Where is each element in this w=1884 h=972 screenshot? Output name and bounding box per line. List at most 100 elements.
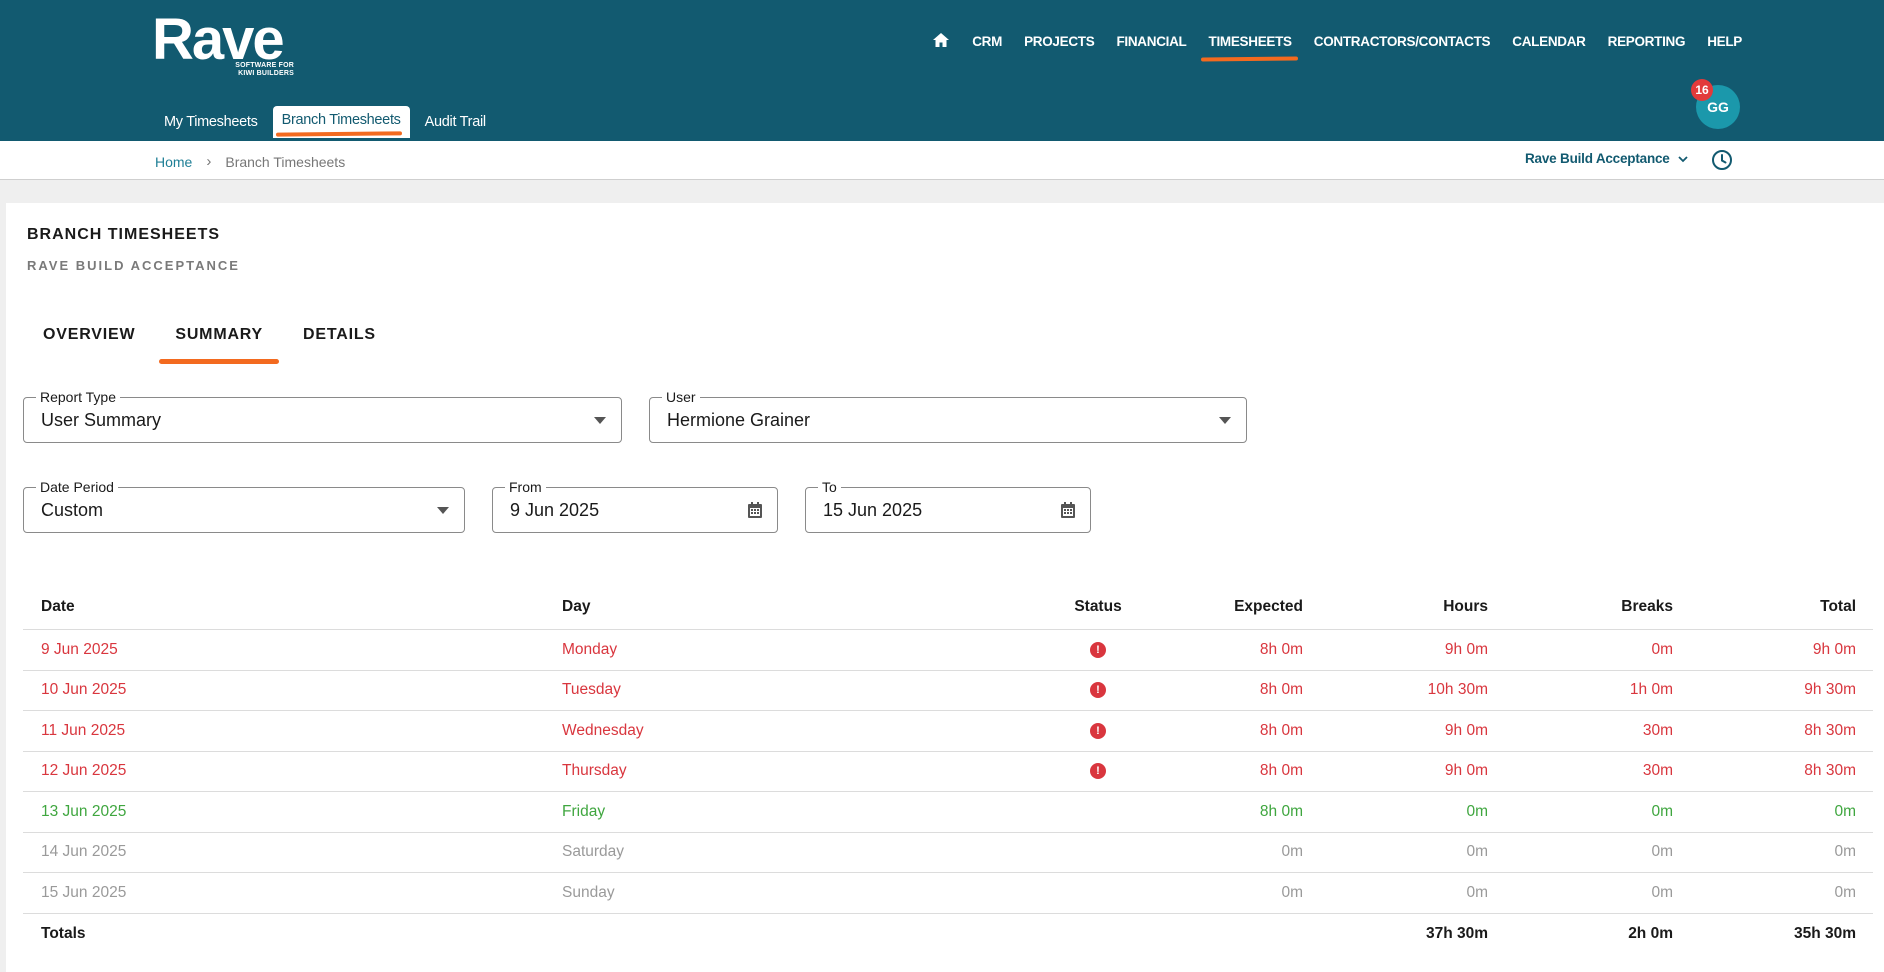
calendar-icon[interactable]	[747, 501, 763, 519]
row-day: Thursday	[562, 762, 627, 780]
row-date: 15 Jun 2025	[41, 883, 127, 901]
row-total: 9h 30m	[1804, 681, 1856, 699]
col-day[interactable]: Day	[562, 598, 590, 616]
row-hours: 9h 0m	[1444, 721, 1488, 739]
row-expected: 0m	[1281, 843, 1303, 861]
table-row[interactable]: 9 Jun 2025 Monday ! 8h 0m 9h 0m 0m 9h 0m	[23, 630, 1873, 671]
subnav-branch-timesheets[interactable]: Branch Timesheets	[272, 106, 410, 138]
totals-row: Totals 37h 30m 2h 0m 35h 30m	[23, 914, 1873, 955]
alert-icon: !	[1090, 763, 1106, 780]
nav-contractors-contacts[interactable]: CONTRACTORS/CONTACTS	[1314, 34, 1491, 49]
from-date-field[interactable]: From 9 Jun 2025	[492, 479, 778, 533]
row-breaks: 1h 0m	[1629, 681, 1673, 699]
row-day: Tuesday	[562, 681, 621, 699]
user-value: Hermione Grainer	[667, 410, 811, 430]
row-date: 11 Jun 2025	[41, 721, 126, 739]
row-date: 9 Jun 2025	[41, 640, 118, 658]
row-breaks: 0m	[1651, 802, 1673, 820]
page-subtitle: RAVE BUILD ACCEPTANCE	[27, 258, 240, 273]
tab-summary[interactable]: SUMMARY	[159, 326, 279, 364]
rave-logo[interactable]: Rave SOFTWARE FOR KIWI BUILDERS	[152, 11, 294, 78]
nav-timesheets[interactable]: TIMESHEETS	[1209, 34, 1293, 49]
breadcrumb-home[interactable]: Home	[155, 154, 192, 170]
table-row[interactable]: 11 Jun 2025 Wednesday ! 8h 0m 9h 0m 30m …	[23, 711, 1873, 752]
tab-details[interactable]: DETAILS	[287, 326, 392, 348]
row-total: 9h 0m	[1812, 640, 1856, 658]
row-total: 8h 30m	[1804, 762, 1856, 780]
col-expected[interactable]: Expected	[1234, 598, 1303, 616]
row-date: 13 Jun 2025	[41, 802, 127, 820]
row-expected: 8h 0m	[1259, 681, 1303, 699]
main-nav: CRM PROJECTS FINANCIAL TIMESHEETS CONTRA…	[910, 30, 1742, 52]
user-label: User	[662, 389, 700, 405]
row-date: 12 Jun 2025	[41, 762, 127, 780]
dropdown-arrow-icon	[594, 417, 606, 424]
calendar-icon[interactable]	[1060, 501, 1076, 519]
alert-icon: !	[1090, 722, 1106, 739]
table-row[interactable]: 15 Jun 2025 Sunday 0m 0m 0m 0m	[23, 873, 1873, 914]
table-row[interactable]: 14 Jun 2025 Saturday 0m 0m 0m 0m	[23, 833, 1873, 873]
status-cell: !	[1068, 762, 1128, 780]
breadcrumb: Home › Branch Timesheets	[155, 153, 345, 170]
chevron-down-icon	[1677, 155, 1688, 162]
row-hours: 9h 0m	[1444, 640, 1488, 658]
date-period-value: Custom	[41, 500, 104, 520]
row-date: 14 Jun 2025	[41, 843, 127, 861]
table-row[interactable]: 13 Jun 2025 Friday 8h 0m 0m 0m 0m	[23, 792, 1873, 833]
row-hours: 9h 0m	[1444, 762, 1488, 780]
nav-crm[interactable]: CRM	[972, 34, 1002, 49]
row-day: Friday	[562, 802, 606, 820]
row-total: 0m	[1834, 883, 1856, 901]
subnav-my-timesheets[interactable]: My Timesheets	[152, 108, 270, 138]
totals-label: Totals	[41, 924, 86, 942]
notification-badge[interactable]: 16	[1691, 79, 1713, 101]
row-breaks: 0m	[1651, 640, 1673, 658]
tagline-line-1: SOFTWARE FOR	[235, 62, 294, 69]
table-row[interactable]: 12 Jun 2025 Thursday ! 8h 0m 9h 0m 30m 8…	[23, 752, 1873, 792]
row-expected: 8h 0m	[1259, 802, 1303, 820]
date-period-select[interactable]: Date Period Custom	[23, 479, 465, 533]
tab-overview[interactable]: OVERVIEW	[27, 326, 151, 348]
col-total[interactable]: Total	[1820, 598, 1856, 616]
nav-reporting[interactable]: REPORTING	[1608, 34, 1686, 49]
to-label: To	[818, 479, 841, 495]
summary-table: Date Day Status Expected Hours Breaks To…	[23, 585, 1873, 954]
nav-calendar[interactable]: CALENDAR	[1512, 34, 1586, 49]
row-hours: 10h 30m	[1427, 681, 1488, 699]
tab-bar: OVERVIEW SUMMARY DETAILS	[27, 326, 400, 364]
date-period-label: Date Period	[36, 479, 118, 495]
report-type-value: User Summary	[41, 410, 162, 430]
row-hours: 0m	[1466, 883, 1488, 901]
to-date-field[interactable]: To 15 Jun 2025	[805, 479, 1091, 533]
chevron-right-icon: ›	[206, 153, 212, 170]
status-cell: !	[1068, 722, 1128, 740]
totals-breaks: 2h 0m	[1628, 924, 1673, 942]
nav-projects[interactable]: PROJECTS	[1024, 34, 1095, 49]
col-breaks[interactable]: Breaks	[1621, 598, 1673, 616]
nav-financial[interactable]: FINANCIAL	[1116, 34, 1186, 49]
row-breaks: 30m	[1642, 721, 1673, 739]
row-expected: 8h 0m	[1259, 721, 1303, 739]
user-select[interactable]: User Hermione Grainer	[649, 389, 1247, 443]
tagline-line-2: KIWI BUILDERS	[238, 70, 294, 77]
report-type-select[interactable]: Report Type User Summary	[23, 389, 622, 443]
status-cell: !	[1068, 641, 1128, 659]
history-clock-icon[interactable]	[1711, 149, 1733, 171]
table-row[interactable]: 10 Jun 2025 Tuesday ! 8h 0m 10h 30m 1h 0…	[23, 671, 1873, 711]
row-total: 8h 30m	[1804, 721, 1856, 739]
subnav-audit-trail[interactable]: Audit Trail	[413, 108, 498, 138]
branch-selector[interactable]: Rave Build Acceptance	[1525, 151, 1688, 166]
row-expected: 0m	[1281, 883, 1303, 901]
row-day: Sunday	[562, 883, 615, 901]
logo-tagline: SOFTWARE FOR KIWI BUILDERS	[224, 62, 294, 78]
home-icon[interactable]	[932, 32, 950, 51]
row-total: 0m	[1834, 802, 1856, 820]
col-hours[interactable]: Hours	[1443, 598, 1488, 616]
alert-icon: !	[1090, 682, 1106, 699]
col-date[interactable]: Date	[41, 598, 75, 616]
sub-nav: My Timesheets Branch Timesheets Audit Tr…	[152, 106, 498, 138]
nav-help[interactable]: HELP	[1707, 34, 1742, 49]
row-breaks: 30m	[1642, 762, 1673, 780]
dropdown-arrow-icon	[1219, 417, 1231, 424]
col-status[interactable]: Status	[1068, 598, 1128, 616]
